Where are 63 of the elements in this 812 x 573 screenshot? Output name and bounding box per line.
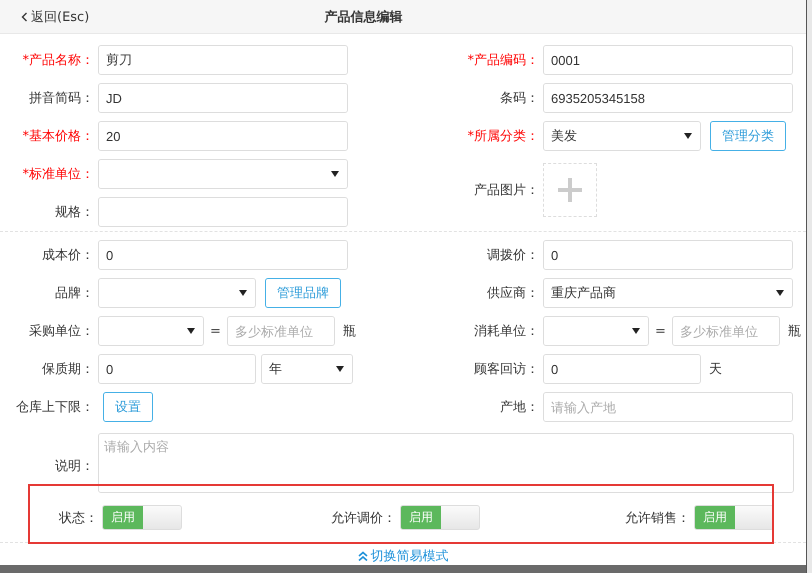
field-label: 调拨价： (486, 247, 540, 264)
field-label: 采购单位： (28, 323, 95, 340)
switch-label: 允许销售： (625, 510, 691, 526)
caret-icon (684, 133, 692, 139)
field-label: 拼音简码： (28, 90, 95, 107)
input-field[interactable]: 请输入产地 (543, 392, 793, 422)
switch-mode-link[interactable]: 切换简易模式 (358, 547, 448, 565)
field-label: 品牌： (54, 285, 95, 302)
input-field[interactable]: 0001 (543, 45, 793, 75)
select-field[interactable] (98, 278, 256, 308)
input-field[interactable]: 6935205345158 (543, 83, 793, 113)
chevron-left-icon (21, 12, 28, 22)
image-upload-button[interactable] (543, 163, 597, 217)
description-field[interactable]: 请输入内容 (98, 433, 794, 493)
equals-sign: = (209, 324, 222, 338)
input-field[interactable]: JD (98, 83, 348, 113)
input-field[interactable] (98, 197, 348, 227)
field-label: *所属分类： (466, 128, 540, 145)
caret-icon (776, 290, 784, 296)
select-field[interactable]: 美发 (543, 121, 701, 151)
field-label: 成本价： (41, 247, 95, 264)
field-label: 保质期： (41, 361, 95, 378)
unit-label: 瓶 (343, 323, 356, 340)
back-link[interactable]: 返回(Esc) (21, 8, 90, 26)
field-label: 产品图片： (473, 182, 540, 199)
input-field[interactable]: 多少标准单位 (672, 316, 780, 346)
select-field[interactable]: 年 (261, 354, 353, 384)
unit-label: 天 (709, 361, 722, 378)
input-field[interactable]: 20 (98, 121, 348, 151)
dialog-title: 产品信息编辑 (324, 8, 402, 26)
field-label: 规格： (54, 204, 95, 221)
input-field[interactable]: 多少标准单位 (227, 316, 335, 346)
equals-sign: = (654, 324, 667, 338)
caret-icon (632, 328, 640, 334)
input-field[interactable]: 0 (98, 354, 256, 384)
caret-icon (331, 171, 339, 177)
field-label: 供应商： (486, 285, 540, 302)
field-label: 产地： (499, 399, 540, 416)
field-label: 说明： (54, 458, 95, 475)
input-field[interactable]: 0 (543, 354, 701, 384)
select-field[interactable] (543, 316, 649, 346)
select-field[interactable]: 重庆产品商 (543, 278, 793, 308)
select-field[interactable] (98, 159, 348, 189)
field-label: *产品编码： (466, 52, 540, 69)
input-field[interactable]: 剪刀 (98, 45, 348, 75)
field-label: 条码： (499, 90, 540, 107)
field-label: *产品名称： (22, 52, 95, 69)
plus-icon (558, 178, 582, 202)
input-field[interactable]: 0 (543, 240, 793, 270)
caret-icon (187, 328, 195, 334)
input-field[interactable]: 0 (98, 240, 348, 270)
switch-label: 允许调价： (331, 510, 397, 526)
field-label: 顾客回访： (473, 361, 540, 378)
unit-label: 瓶 (788, 323, 801, 340)
field-label: *标准单位： (22, 166, 95, 183)
select-field[interactable] (98, 316, 204, 346)
field-label: *基本价格： (22, 128, 95, 145)
field-label: 消耗单位： (473, 323, 540, 340)
double-chevron-up-icon (358, 550, 368, 562)
switch-label: 状态： (59, 510, 99, 526)
field-label: 仓库上下限： (15, 399, 95, 416)
caret-icon (239, 290, 247, 296)
caret-icon (336, 366, 344, 372)
